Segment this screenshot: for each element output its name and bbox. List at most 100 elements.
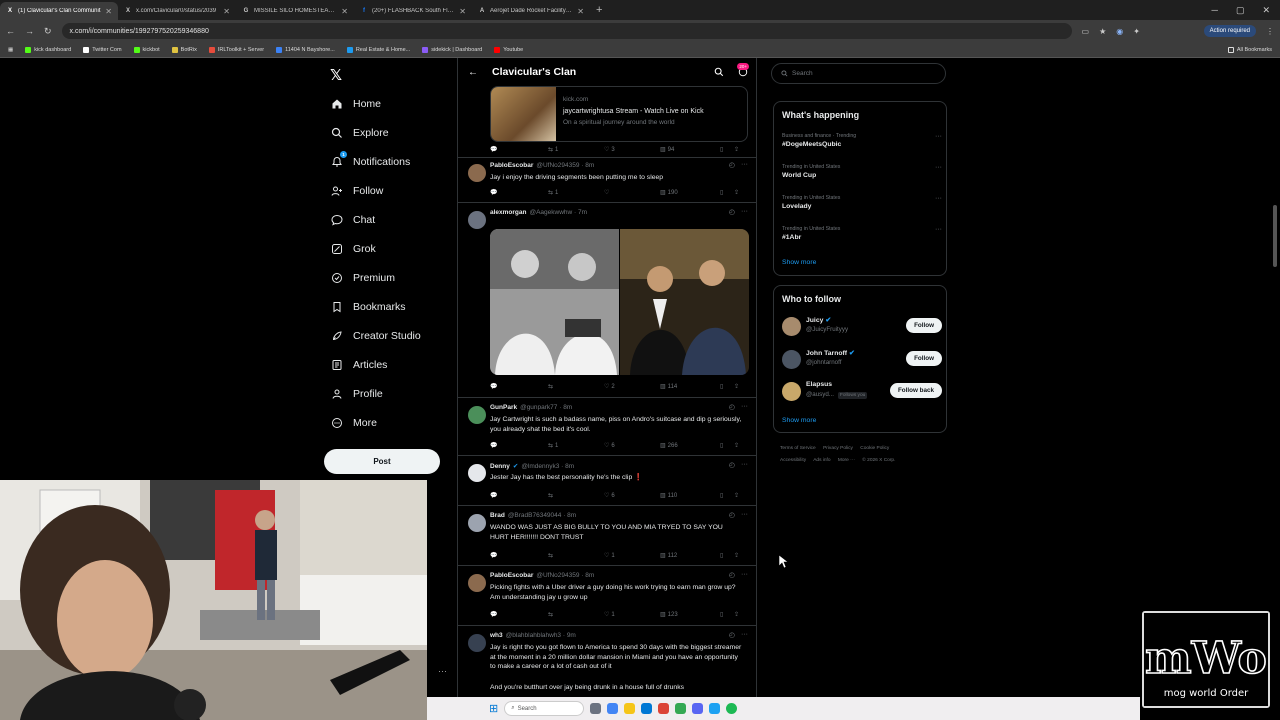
post-author[interactable]: PabloEscobar <box>490 572 533 579</box>
task-view-icon[interactable] <box>590 703 602 714</box>
reply-button[interactable]: 💬 <box>490 492 548 499</box>
follow-suggestion[interactable]: Elapsus @ausyd... Follows you Follow back <box>782 379 942 405</box>
bookmark-item[interactable]: kickbot <box>133 46 160 53</box>
suggestion-name[interactable]: Juicy <box>806 317 823 324</box>
close-icon[interactable]: ✕ <box>577 7 584 16</box>
more-icon[interactable]: ··· <box>741 208 748 216</box>
post[interactable]: wh3 @blahblahblahwh3 · 9m ◴ ··· Jay is rig… <box>458 626 756 698</box>
extension-icon[interactable]: ◉ <box>1116 27 1123 36</box>
app-icon[interactable] <box>709 703 721 714</box>
reply-button[interactable]: 💬 <box>490 383 548 390</box>
share-icon[interactable]: ⇪ <box>734 552 739 559</box>
bookmark-item[interactable]: kick dashboard <box>25 46 71 53</box>
trend-item[interactable]: Business and finance · Trending #DogeMee… <box>782 133 942 148</box>
follow-button[interactable]: Follow <box>906 318 942 333</box>
like-button[interactable]: ♡ 6 <box>604 442 660 450</box>
avatar[interactable] <box>782 317 801 336</box>
close-icon[interactable]: ✕ <box>459 7 466 16</box>
avatar[interactable] <box>782 350 801 369</box>
close-window-icon[interactable]: ✕ <box>1262 5 1270 16</box>
bookmark-icon[interactable]: ▯ <box>720 492 734 499</box>
views-count[interactable]: ▥ 190 <box>660 189 720 197</box>
footer-link[interactable]: Cookie Policy <box>860 446 889 451</box>
views-count[interactable]: ▥ 123 <box>660 611 720 619</box>
close-icon[interactable]: ✕ <box>223 7 230 16</box>
post-link-card[interactable]: kick.com jaycartwrightusa Stream - Watch… <box>458 78 756 158</box>
post[interactable]: Brad @BradB76349044 · 8m ◴ ··· WANDO WAS J… <box>458 506 756 566</box>
bookmark-item[interactable]: sidekick | Dashboard <box>422 46 482 53</box>
post[interactable]: PabloEscobar @UfNo294359 · 8m ◴ ··· Pickin… <box>458 566 756 626</box>
search-icon[interactable] <box>714 67 724 77</box>
like-button[interactable]: ♡ 1 <box>604 552 660 560</box>
back-arrow-icon[interactable]: ← <box>468 67 478 78</box>
more-icon[interactable]: ··· <box>935 226 942 233</box>
bookmark-icon[interactable]: ▯ <box>720 611 734 618</box>
share-icon[interactable]: ⇪ <box>734 146 739 153</box>
bookmark-item[interactable]: BotRix <box>171 46 197 53</box>
footer-link[interactable]: Ads info <box>813 458 830 463</box>
edge-icon[interactable] <box>641 703 653 714</box>
discord-icon[interactable] <box>692 703 704 714</box>
close-icon[interactable]: ✕ <box>105 7 112 16</box>
more-icon[interactable]: ··· <box>741 571 748 579</box>
chrome-icon[interactable] <box>675 703 687 714</box>
sidebar-item-explore[interactable]: Explore <box>330 126 389 139</box>
reply-button[interactable]: 💬 <box>490 189 548 196</box>
link-preview-card[interactable]: kick.com jaycartwrightusa Stream - Watch… <box>490 86 748 142</box>
follow-back-button[interactable]: Follow back <box>889 383 942 398</box>
show-more-link[interactable]: Show more <box>782 259 816 266</box>
views-count[interactable]: ▥ 110 <box>660 492 720 500</box>
trend-item[interactable]: Trending in United States #1Abr ··· <box>782 226 942 241</box>
cast-icon[interactable]: ▭ <box>1082 27 1090 36</box>
sidebar-item-more[interactable]: More <box>330 416 377 429</box>
search-input[interactable]: Search <box>771 63 946 84</box>
more-icon[interactable]: ··· <box>935 133 942 140</box>
avatar[interactable] <box>468 211 486 229</box>
photo-1[interactable] <box>490 229 619 375</box>
sidebar-item-bookmarks[interactable]: Bookmarks <box>330 300 406 313</box>
bookmark-icon[interactable]: ▯ <box>720 442 734 449</box>
more-icon[interactable]: ··· <box>741 511 748 519</box>
forward-icon[interactable]: → <box>25 26 34 36</box>
grok-icon[interactable]: ◴ <box>729 631 735 639</box>
close-icon[interactable]: ✕ <box>341 7 348 16</box>
chrome-icon[interactable] <box>607 703 619 714</box>
action-required-button[interactable]: Action required <box>1203 25 1256 37</box>
more-icon[interactable]: ··· <box>741 631 748 639</box>
spotify-icon[interactable] <box>726 703 738 714</box>
post[interactable]: Denny ✔ @lmdennyk3 · 8m ◴ ··· Jester Jay ha… <box>458 456 756 506</box>
avatar[interactable] <box>468 514 486 532</box>
views-count[interactable]: ▥ 94 <box>660 146 720 154</box>
retweet-button[interactable]: ⇆ <box>548 492 604 499</box>
bookmark-icon[interactable]: ▯ <box>720 383 734 390</box>
retweet-button[interactable]: ⇆ <box>548 611 604 618</box>
grok-icon[interactable]: ◴ <box>729 461 735 469</box>
bookmark-item[interactable]: Youtube <box>494 46 523 53</box>
avatar[interactable] <box>468 464 486 482</box>
more-icon[interactable]: ··· <box>935 164 942 171</box>
reply-button[interactable]: 💬 <box>490 552 548 559</box>
like-button[interactable]: ♡ <box>604 189 660 196</box>
trend-item[interactable]: Trending in United States Lovelady ··· <box>782 195 942 210</box>
reply-button[interactable]: 💬 <box>490 442 548 449</box>
views-count[interactable]: ▥ 114 <box>660 383 720 391</box>
suggestion-name[interactable]: John Tarnoff <box>806 350 847 357</box>
like-button[interactable]: ♡ 6 <box>604 492 660 500</box>
post[interactable]: PabloEscobar @UfNo294359 · 8m ◴ ··· Jay i … <box>458 156 756 203</box>
footer-link[interactable]: Terms of Service <box>780 446 816 451</box>
more-icon[interactable]: ··· <box>741 161 748 169</box>
avatar[interactable] <box>468 634 486 652</box>
avatar[interactable] <box>468 574 486 592</box>
post-author[interactable]: Brad <box>490 512 505 519</box>
back-icon[interactable]: ← <box>6 26 15 36</box>
post-author[interactable]: alexmorgan <box>490 209 527 216</box>
retweet-button[interactable]: ⇆ 1 <box>548 146 604 154</box>
share-icon[interactable]: ⇪ <box>734 611 739 618</box>
apps-icon[interactable]: ▦ <box>8 47 13 53</box>
bookmark-item[interactable]: IRLToolkit + Server <box>208 46 264 53</box>
new-tab-icon[interactable]: + <box>590 4 608 16</box>
url-field[interactable]: x.com/i/communities/1992797520259346880 <box>61 23 1072 39</box>
sidebar-item-articles[interactable]: Articles <box>330 358 387 371</box>
windows-start-icon[interactable]: ⊞ <box>489 702 498 715</box>
post-author[interactable]: wh3 <box>490 632 503 639</box>
